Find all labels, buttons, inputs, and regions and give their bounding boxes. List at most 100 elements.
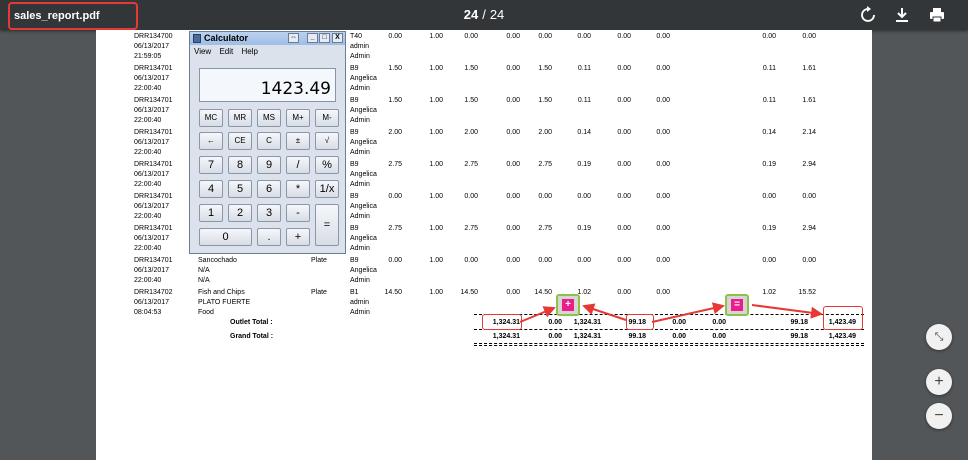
row-id-date-time: DRR134701 06/13/2017 22:00:40 bbox=[134, 160, 173, 190]
cell-value: 1.00 bbox=[429, 289, 443, 296]
calc-key[interactable]: 4 bbox=[199, 180, 223, 198]
menu-view[interactable]: View bbox=[194, 47, 211, 56]
total-value: 1,324.31 bbox=[492, 333, 520, 340]
cell-value: 1.50 bbox=[464, 97, 478, 104]
row-id-date-time: DRR134701 06/13/2017 22:00:40 bbox=[134, 128, 173, 158]
cell-value: 0.19 bbox=[577, 161, 591, 168]
cell-id: DRR134700 bbox=[134, 33, 173, 40]
cell-date: 06/13/2017 bbox=[134, 299, 170, 306]
cell-id: DRR134701 bbox=[134, 65, 173, 72]
cell-value: 0.14 bbox=[762, 129, 776, 136]
cell-value: 0.00 bbox=[617, 97, 631, 104]
calc-key[interactable]: M+ bbox=[286, 109, 310, 127]
total-pages: 24 bbox=[489, 7, 505, 22]
cell-value: 0.00 bbox=[577, 193, 591, 200]
calc-key[interactable]: / bbox=[286, 156, 310, 174]
cell-value: 0.11 bbox=[762, 97, 776, 104]
cell-time: 21:59:05 bbox=[134, 53, 162, 60]
cell-item: Fish and Chips bbox=[198, 289, 245, 296]
menu-help[interactable]: Help bbox=[241, 47, 257, 56]
cell-value: 0.00 bbox=[802, 193, 816, 200]
calc-key[interactable]: 9 bbox=[257, 156, 281, 174]
zoom-out-button[interactable]: − bbox=[926, 403, 952, 429]
cell-id: DRR134701 bbox=[134, 97, 173, 104]
cell-value: 0.00 bbox=[762, 33, 776, 40]
calc-key[interactable]: 0 bbox=[199, 228, 252, 246]
cell-value: 0.00 bbox=[464, 257, 478, 264]
cell-value: 0.11 bbox=[762, 65, 776, 72]
row-id-date-time: DRR134701 06/13/2017 22:00:40 bbox=[134, 256, 173, 286]
calc-key[interactable]: 6 bbox=[257, 180, 281, 198]
calc-key[interactable]: * bbox=[286, 180, 310, 198]
cell-value: 1.61 bbox=[802, 65, 816, 72]
calc-key[interactable]: ± bbox=[286, 132, 310, 150]
calc-key[interactable]: MS bbox=[257, 109, 281, 127]
download-icon[interactable] bbox=[892, 5, 912, 25]
pdf-toolbar: sales_report.pdf 24/24 bbox=[0, 0, 968, 30]
calc-key[interactable]: . bbox=[257, 228, 281, 246]
total-value: 1,324.31 bbox=[573, 333, 601, 340]
calc-key[interactable]: C bbox=[257, 132, 281, 150]
cell-value: 1.00 bbox=[429, 257, 443, 264]
minimize-icon[interactable]: _ bbox=[307, 33, 318, 43]
cell-time: 22:00:40 bbox=[134, 149, 162, 156]
calc-key[interactable]: 1 bbox=[199, 204, 223, 222]
calc-key[interactable]: 1/x bbox=[315, 180, 339, 198]
calc-key[interactable]: - bbox=[286, 204, 310, 222]
cell-value: 2.75 bbox=[464, 225, 478, 232]
cell-value: 1.50 bbox=[538, 97, 552, 104]
print-icon[interactable] bbox=[927, 5, 947, 25]
zoom-in-button[interactable]: + bbox=[926, 369, 952, 395]
calc-key[interactable]: 2 bbox=[228, 204, 252, 222]
calculator-titlebar[interactable]: Calculator ⇔ _ □ X bbox=[190, 32, 345, 45]
total-value: 0.00 bbox=[548, 333, 562, 340]
cell-value: 0.00 bbox=[538, 33, 552, 40]
row-id-date-time: DRR134701 06/13/2017 22:00:40 bbox=[134, 64, 173, 94]
cell-time: 22:00:40 bbox=[134, 117, 162, 124]
cell-value: 0.00 bbox=[656, 65, 670, 72]
row-id-date-time: DRR134701 06/13/2017 22:00:40 bbox=[134, 192, 173, 222]
menu-edit[interactable]: Edit bbox=[219, 47, 233, 56]
cell-user1: Angelica bbox=[350, 139, 377, 146]
calc-key[interactable]: CE bbox=[228, 132, 252, 150]
calc-key[interactable]: 5 bbox=[228, 180, 252, 198]
cell-time: 22:00:40 bbox=[134, 181, 162, 188]
cell-type: Plate bbox=[311, 289, 327, 296]
calc-key[interactable]: 7 bbox=[199, 156, 223, 174]
calc-key[interactable]: 3 bbox=[257, 204, 281, 222]
calc-key-equals[interactable]: = bbox=[315, 204, 339, 246]
calc-key[interactable]: % bbox=[315, 156, 339, 174]
calc-key[interactable]: √ bbox=[315, 132, 339, 150]
cell-cat: PLATO FUERTE bbox=[198, 299, 251, 306]
fit-page-icon[interactable]: ⤡ bbox=[926, 324, 952, 350]
cell-value: 0.11 bbox=[577, 65, 591, 72]
cell-value: 0.00 bbox=[538, 193, 552, 200]
cell-value: 0.00 bbox=[762, 193, 776, 200]
cell-value: 1.00 bbox=[429, 33, 443, 40]
rotate-icon[interactable] bbox=[858, 5, 878, 25]
row-id-date-time: DRR134701 06/13/2017 22:00:40 bbox=[134, 96, 173, 126]
calc-key[interactable]: ← bbox=[199, 132, 223, 150]
cell-value: 0.00 bbox=[802, 33, 816, 40]
cell-value: 0.00 bbox=[656, 225, 670, 232]
calc-key[interactable]: + bbox=[286, 228, 310, 246]
calc-key[interactable]: MC bbox=[199, 109, 223, 127]
cell-value: 0.00 bbox=[464, 193, 478, 200]
calc-key[interactable]: MR bbox=[228, 109, 252, 127]
calculator-icon bbox=[193, 34, 201, 43]
cell-date: 06/13/2017 bbox=[134, 139, 170, 146]
cell-value: 0.00 bbox=[617, 225, 631, 232]
equals-badge: = bbox=[725, 294, 749, 316]
cell-value: 0.19 bbox=[762, 161, 776, 168]
calc-key[interactable]: 8 bbox=[228, 156, 252, 174]
cell-value: 1.00 bbox=[429, 225, 443, 232]
cell-value: 2.75 bbox=[538, 161, 552, 168]
calc-key[interactable]: M- bbox=[315, 109, 339, 127]
restore-icon[interactable]: ⇔ bbox=[288, 33, 299, 43]
maximize-icon[interactable]: □ bbox=[319, 33, 330, 43]
calculator-window[interactable]: Calculator ⇔ _ □ X View Edit Help 1423.4… bbox=[189, 31, 346, 254]
highlight-box bbox=[823, 306, 863, 330]
current-page[interactable]: 24 bbox=[464, 7, 478, 22]
row-item: Sancochado N/A N/A bbox=[198, 256, 237, 286]
close-icon[interactable]: X bbox=[332, 33, 343, 43]
